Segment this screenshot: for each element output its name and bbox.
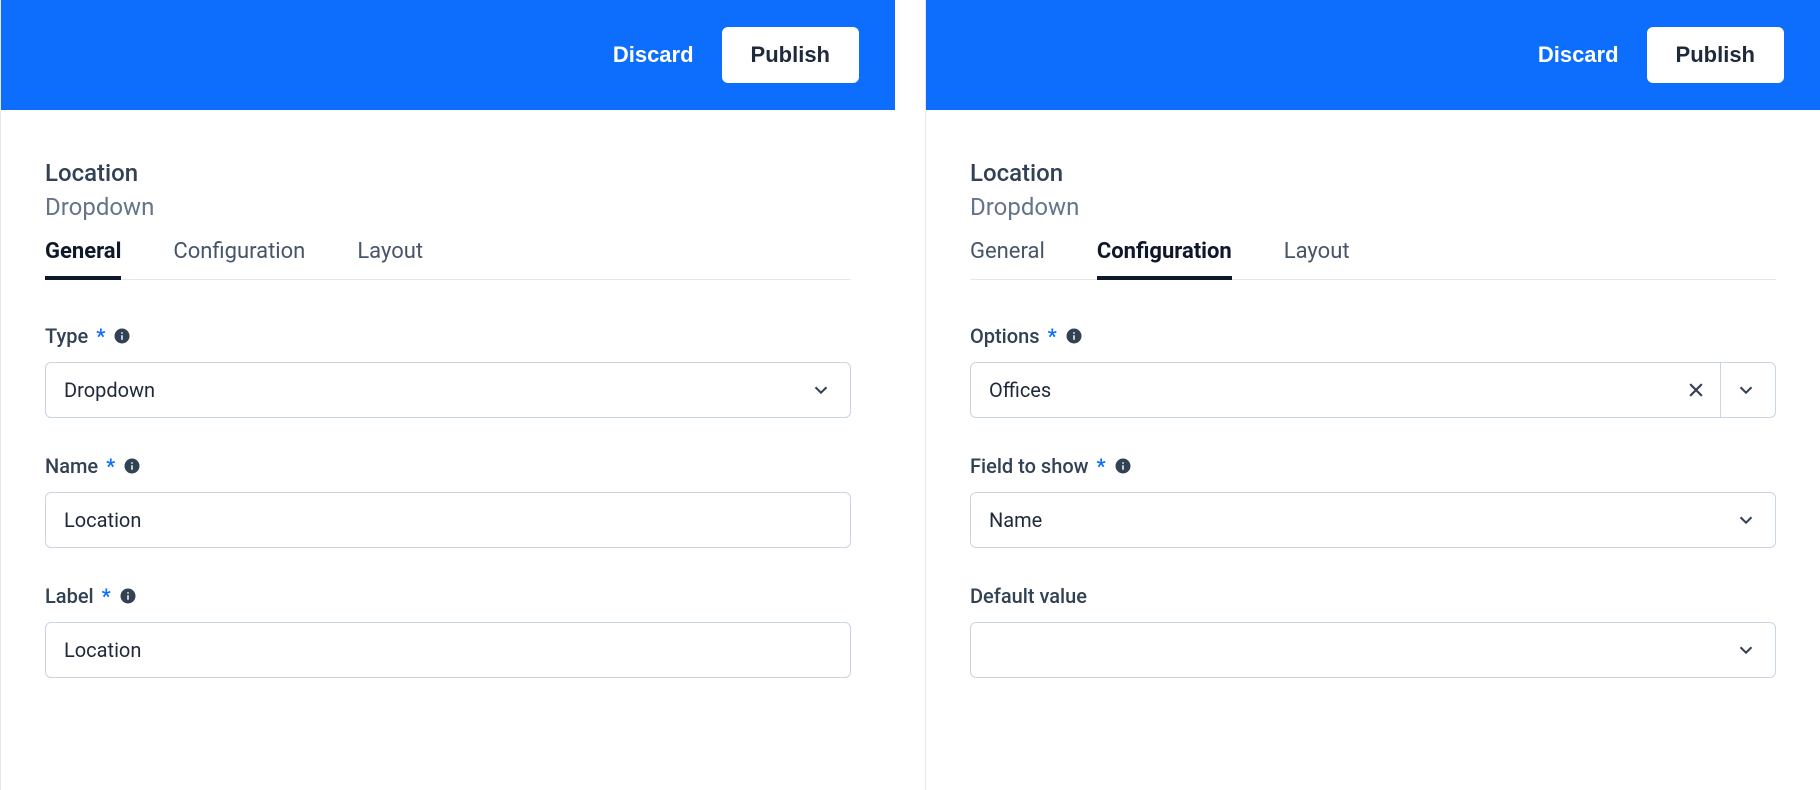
discard-button[interactable]: Discard	[1538, 42, 1619, 68]
field-label: Name *	[45, 454, 851, 478]
label-text: Field to show	[970, 454, 1089, 478]
tab-layout[interactable]: Layout	[357, 239, 423, 280]
field-type: Type * Dropdown	[45, 324, 851, 418]
info-icon[interactable]	[1114, 457, 1132, 475]
label-input[interactable]	[45, 622, 851, 678]
tab-configuration[interactable]: Configuration	[1097, 239, 1232, 280]
label-text: Type	[45, 324, 88, 348]
default-value-select[interactable]	[970, 622, 1776, 678]
label-text: Options	[970, 324, 1040, 348]
field-label: Field to show *	[970, 454, 1776, 478]
tabs: General Configuration Layout	[970, 239, 1776, 280]
form-general: Type * Dropdown Nam	[45, 280, 851, 678]
discard-button[interactable]: Discard	[613, 42, 694, 68]
tab-layout[interactable]: Layout	[1284, 239, 1350, 280]
field-field-to-show: Field to show * Name	[970, 454, 1776, 548]
name-input[interactable]	[45, 492, 851, 548]
select-toggle[interactable]	[1720, 363, 1757, 417]
type-select[interactable]: Dropdown	[45, 362, 851, 418]
tab-configuration[interactable]: Configuration	[173, 239, 305, 280]
chevron-down-icon	[1735, 379, 1757, 401]
panel-body: Location Dropdown General Configuration …	[1, 110, 895, 790]
field-label: Default value	[970, 584, 1776, 608]
publish-button[interactable]: Publish	[722, 27, 859, 83]
panel-body: Location Dropdown General Configuration …	[926, 110, 1820, 790]
panel-subtitle: Dropdown	[45, 193, 851, 221]
info-icon[interactable]	[123, 457, 141, 475]
tabs: General Configuration Layout	[45, 239, 851, 280]
label-text: Default value	[970, 584, 1087, 608]
panel-title: Location	[970, 158, 1776, 189]
required-marker: *	[96, 324, 105, 348]
info-icon[interactable]	[113, 327, 131, 345]
info-icon[interactable]	[119, 587, 137, 605]
panel-gap	[895, 0, 925, 790]
topbar: Discard Publish	[1, 0, 895, 110]
select-value: Offices	[989, 378, 1686, 402]
select-value: Dropdown	[64, 378, 810, 402]
field-label-field: Label *	[45, 584, 851, 678]
tab-general[interactable]: General	[970, 239, 1045, 280]
panel-subtitle: Dropdown	[970, 193, 1776, 221]
field-options: Options * Offices	[970, 324, 1776, 418]
panel-title: Location	[45, 158, 851, 189]
required-marker: *	[102, 584, 111, 608]
chevron-down-icon	[1735, 509, 1757, 531]
field-label: Options *	[970, 324, 1776, 348]
required-marker: *	[106, 454, 115, 478]
topbar: Discard Publish	[926, 0, 1820, 110]
required-marker: *	[1048, 324, 1057, 348]
publish-button[interactable]: Publish	[1647, 27, 1784, 83]
chevron-down-icon	[810, 379, 832, 401]
info-icon[interactable]	[1065, 327, 1083, 345]
tab-general[interactable]: General	[45, 239, 121, 280]
field-name: Name *	[45, 454, 851, 548]
panel-configuration: Discard Publish Location Dropdown Genera…	[925, 0, 1820, 790]
label-text: Label	[45, 584, 94, 608]
clear-button[interactable]	[1686, 380, 1720, 400]
form-configuration: Options * Offices	[970, 280, 1776, 678]
label-text: Name	[45, 454, 98, 478]
field-label: Type *	[45, 324, 851, 348]
chevron-down-icon	[1735, 639, 1757, 661]
select-value: Name	[989, 508, 1735, 532]
field-label: Label *	[45, 584, 851, 608]
required-marker: *	[1097, 454, 1106, 478]
options-select[interactable]: Offices	[970, 362, 1776, 418]
field-to-show-select[interactable]: Name	[970, 492, 1776, 548]
field-default-value: Default value	[970, 584, 1776, 678]
panel-general: Discard Publish Location Dropdown Genera…	[0, 0, 895, 790]
